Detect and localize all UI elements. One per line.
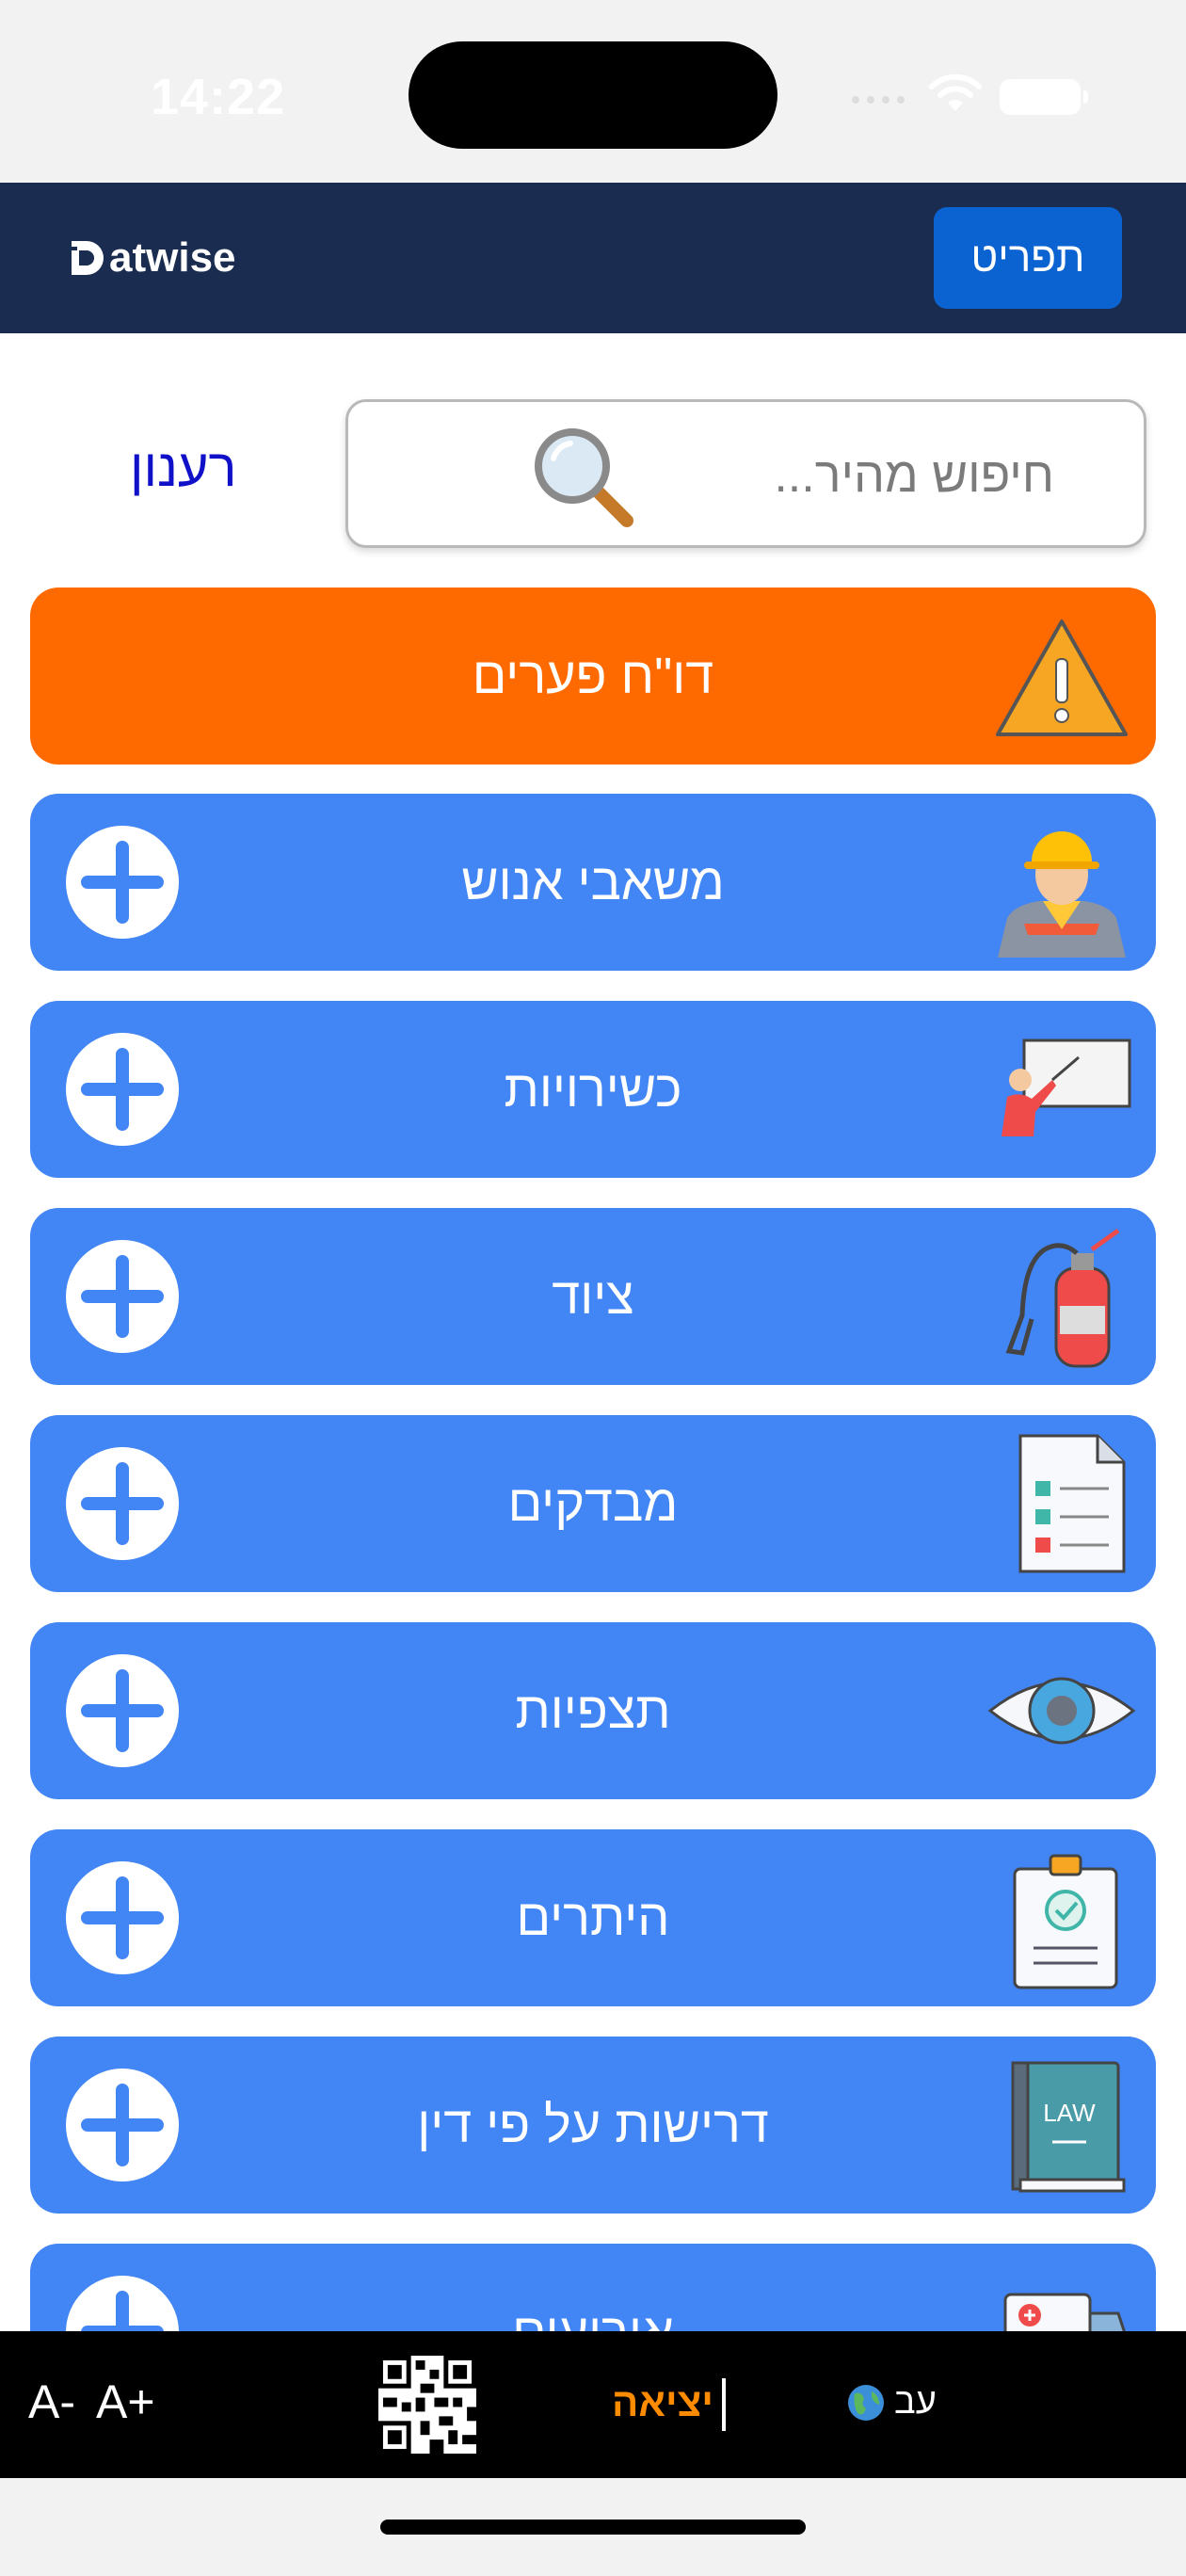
logo-text: atwise: [109, 234, 236, 281]
tile-label: כשירויות: [504, 1061, 682, 1118]
tile-label: היתרים: [516, 1890, 670, 1946]
add-icon[interactable]: [64, 1652, 181, 1769]
tile-human-resources[interactable]: משאבי אנוש: [30, 794, 1156, 971]
training-icon: [1002, 1038, 1131, 1136]
add-icon[interactable]: [64, 1445, 181, 1562]
fire-extinguisher-icon: [1005, 1228, 1120, 1368]
checklist-icon: [1018, 1434, 1126, 1573]
font-decrease-button[interactable]: A-: [28, 2375, 75, 2429]
tile-label: מבדקים: [507, 1475, 679, 1532]
logo-mark-icon: [68, 241, 104, 275]
tile-label: תצפיות: [515, 1682, 671, 1739]
tile-label: דו"ח פערים: [472, 648, 714, 704]
tile-permits[interactable]: היתרים: [30, 1829, 1156, 2006]
language-selector[interactable]: עב: [847, 2382, 937, 2423]
qr-code-icon[interactable]: [378, 2356, 476, 2454]
search-input[interactable]: [640, 440, 1054, 511]
add-icon[interactable]: [64, 1860, 181, 1976]
add-icon[interactable]: [64, 1238, 181, 1355]
add-icon[interactable]: [64, 2067, 181, 2183]
tile-label: אירועים: [512, 2303, 674, 2331]
tile-label: דרישות על פי דין: [417, 2097, 769, 2153]
svg-text:LAW: LAW: [1043, 2099, 1096, 2127]
worker-icon: [998, 831, 1126, 958]
wifi-icon: [929, 73, 982, 111]
language-label: עב: [894, 2382, 937, 2422]
add-icon[interactable]: [64, 824, 181, 941]
datwise-logo: atwise: [68, 230, 236, 286]
tile-legal-requirements[interactable]: דרישות על פי דין LAW: [30, 2037, 1156, 2214]
tile-observations[interactable]: תצפיות: [30, 1622, 1156, 1799]
status-bar: 14:22: [0, 0, 1186, 183]
globe-icon: [848, 2384, 884, 2421]
menu-button[interactable]: תפריט: [934, 207, 1122, 309]
font-increase-button[interactable]: A+: [96, 2375, 155, 2429]
battery-icon: [1000, 79, 1088, 115]
font-size-controls: A- A+: [28, 2375, 155, 2429]
search-box[interactable]: [345, 399, 1146, 548]
home-indicator-area: [0, 2478, 1186, 2576]
status-time: 14:22: [151, 69, 286, 125]
cellular-signal-icon: [852, 96, 905, 104]
add-icon[interactable]: [64, 2274, 181, 2331]
main-content: רענון דו"ח פערים משאבי אנוש: [0, 333, 1186, 2331]
gap-report-tile[interactable]: דו"ח פערים: [30, 588, 1156, 765]
exit-button[interactable]: יציאה: [612, 2380, 713, 2425]
permit-clipboard-icon: [1013, 1854, 1118, 1989]
bottom-toolbar: A- A+ יציאה עב: [0, 2331, 1186, 2478]
tile-incidents[interactable]: אירועים: [30, 2244, 1156, 2331]
first-aid-icon: [1003, 2293, 1126, 2331]
add-icon[interactable]: [64, 1031, 181, 1148]
warning-icon: [996, 620, 1128, 736]
app-header: atwise תפריט: [0, 183, 1186, 333]
dynamic-island: [409, 41, 777, 149]
tile-audits[interactable]: מבדקים: [30, 1415, 1156, 1592]
city-label[interactable]: רענון: [130, 437, 236, 498]
law-book-icon: LAW: [1011, 2061, 1126, 2193]
divider: [722, 2378, 726, 2431]
tile-label: משאבי אנוש: [461, 854, 725, 910]
tile-qualifications[interactable]: כשירויות: [30, 1001, 1156, 1178]
tile-equipment[interactable]: ציוד: [30, 1208, 1156, 1385]
tile-label: ציוד: [552, 1268, 634, 1325]
home-indicator[interactable]: [380, 2520, 806, 2535]
magnifier-icon: [535, 428, 633, 527]
eye-icon: [987, 1677, 1136, 1745]
